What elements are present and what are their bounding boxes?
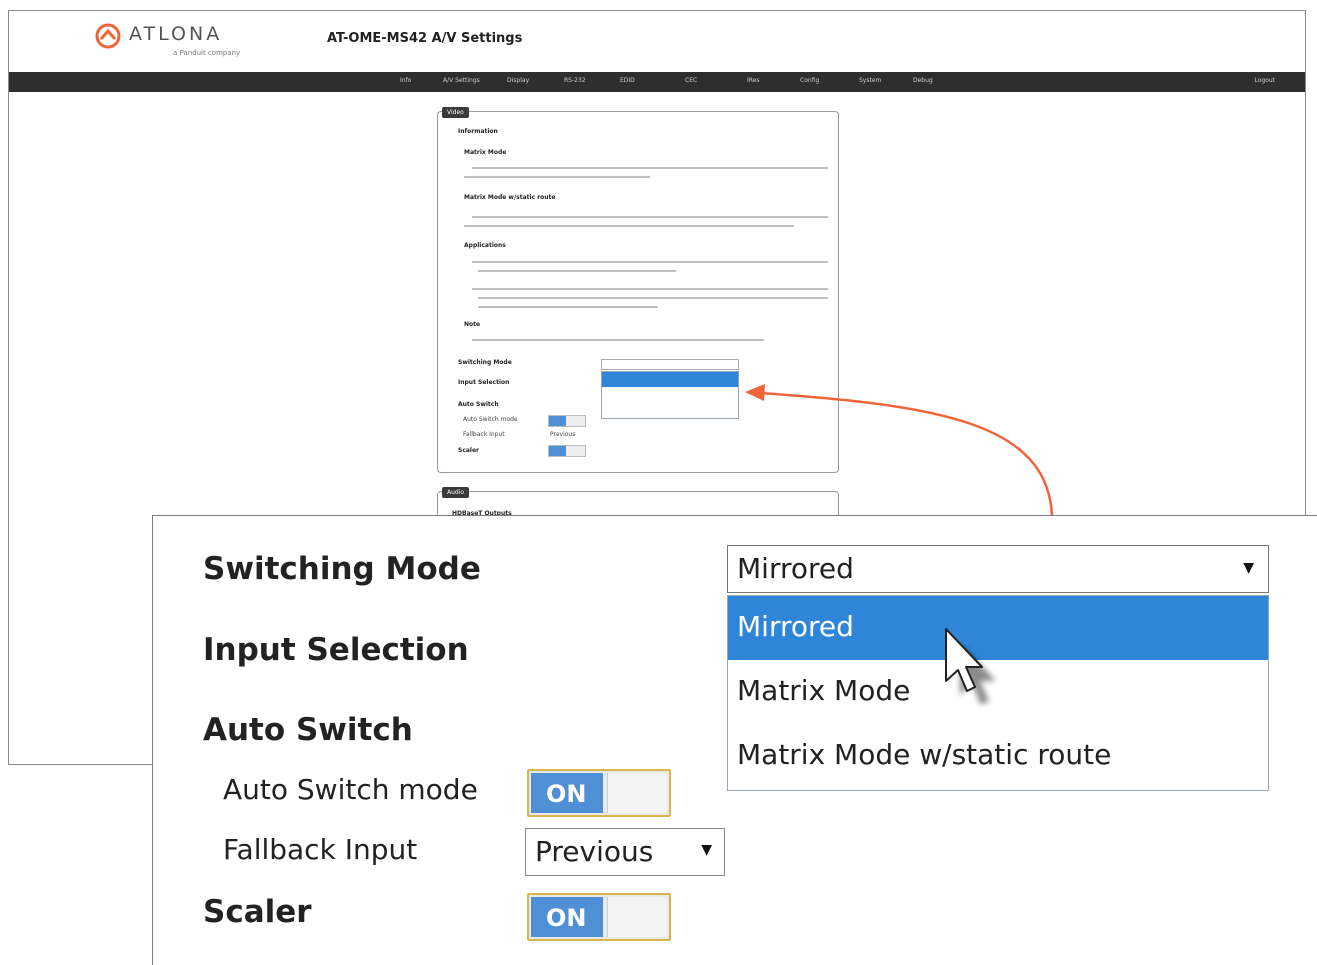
audio-panel-tab: Audio (442, 487, 470, 498)
text-line (472, 167, 828, 169)
matrix-mode-heading: Matrix Mode (464, 149, 507, 156)
applications-heading: Applications (464, 242, 506, 249)
nav-item-config[interactable]: Config (800, 77, 819, 84)
video-panel-tab: Video (442, 107, 469, 118)
information-heading: Information (458, 128, 498, 135)
fallback-input-mini-label: Fallback Input (463, 431, 505, 438)
nav-item-debug[interactable]: Debug (913, 77, 933, 84)
video-settings-panel: Video Information Matrix Mode Matrix Mod… (437, 107, 839, 473)
nav-item-cec[interactable]: CEC (685, 77, 697, 84)
nav-item-ires[interactable]: IRes (747, 77, 760, 84)
nav-item-edid[interactable]: EDID (620, 77, 635, 84)
auto-switch-mini-toggle[interactable] (548, 415, 586, 427)
nav-item-display[interactable]: Display (507, 77, 529, 84)
text-line (472, 339, 764, 341)
top-nav-bar: Info A/V Settings Display RS-232 EDID CE… (9, 72, 1305, 92)
auto-switch-mode-mini-label: Auto Switch mode (463, 416, 518, 423)
auto-switch-mini-label: Auto Switch (458, 401, 499, 408)
text-line (478, 297, 828, 299)
logo-tagline: a Panduit company (173, 49, 241, 57)
text-line (472, 288, 828, 290)
switching-mode-mini-label: Switching Mode (458, 359, 512, 366)
auto-switch-label: Auto Switch (203, 712, 413, 748)
toggle-on-segment: ON (531, 773, 603, 813)
switching-mode-mini-list (601, 371, 739, 419)
text-line (478, 270, 676, 272)
matrix-static-heading: Matrix Mode w/static route (464, 194, 556, 201)
switching-mode-label: Switching Mode (203, 551, 481, 587)
text-line (464, 225, 794, 227)
text-line (464, 176, 650, 178)
input-selection-mini-label: Input Selection (458, 379, 510, 386)
text-line (472, 261, 828, 263)
zoomed-inset: Switching Mode Mirrored ▼ Mirrored Matri… (152, 515, 1317, 965)
option-matrix-mode-static[interactable]: Matrix Mode w/static route (728, 724, 1268, 788)
scaler-toggle[interactable]: ON (527, 893, 671, 941)
atlona-logo: ATLONA a Panduit company (95, 19, 275, 59)
scaler-mini-toggle[interactable] (548, 445, 586, 457)
scaler-mini-label: Scaler (458, 447, 480, 454)
option-mirrored-label: Mirrored (737, 610, 854, 643)
auto-switch-mode-toggle[interactable]: ON (527, 769, 671, 817)
toggle-knob (607, 897, 667, 937)
switching-mode-select[interactable]: Mirrored ▼ (727, 545, 1269, 593)
nav-item-system[interactable]: System (859, 77, 881, 84)
text-line (472, 216, 828, 218)
toggle-on-segment: ON (531, 897, 603, 937)
option-matrix-mode-label: Matrix Mode (737, 674, 911, 707)
mouse-pointer-icon (945, 628, 996, 705)
logo-wordmark: ATLONA (129, 23, 223, 45)
fallback-input-value: Previous (535, 835, 654, 868)
chevron-down-icon: ▼ (701, 842, 712, 858)
auto-switch-mode-label: Auto Switch mode (223, 773, 478, 806)
fallback-input-label: Fallback Input (223, 833, 418, 866)
note-heading: Note (464, 321, 481, 328)
switching-mode-value: Mirrored (737, 552, 854, 585)
toggle-knob (607, 773, 667, 813)
option-matrix-mode-static-label: Matrix Mode w/static route (737, 738, 1112, 771)
nav-item-info[interactable]: Info (400, 77, 411, 84)
atlona-logo-icon (95, 23, 121, 49)
nav-item-rs232[interactable]: RS-232 (564, 77, 586, 84)
chevron-down-icon: ▼ (1243, 560, 1254, 576)
input-selection-label: Input Selection (203, 632, 469, 668)
scaler-label: Scaler (203, 894, 312, 930)
text-line (478, 306, 658, 308)
fallback-input-mini-select[interactable]: Previous (550, 431, 575, 438)
mini-option-mirrored-highlight[interactable] (602, 372, 738, 387)
nav-item-av-settings[interactable]: A/V Settings (443, 77, 480, 84)
logout-link[interactable]: Logout (1254, 77, 1275, 84)
switching-mode-mini-select[interactable] (601, 359, 739, 370)
fallback-input-select[interactable]: Previous ▼ (525, 828, 725, 876)
page-title: AT-OME-MS42 A/V Settings (327, 31, 523, 46)
